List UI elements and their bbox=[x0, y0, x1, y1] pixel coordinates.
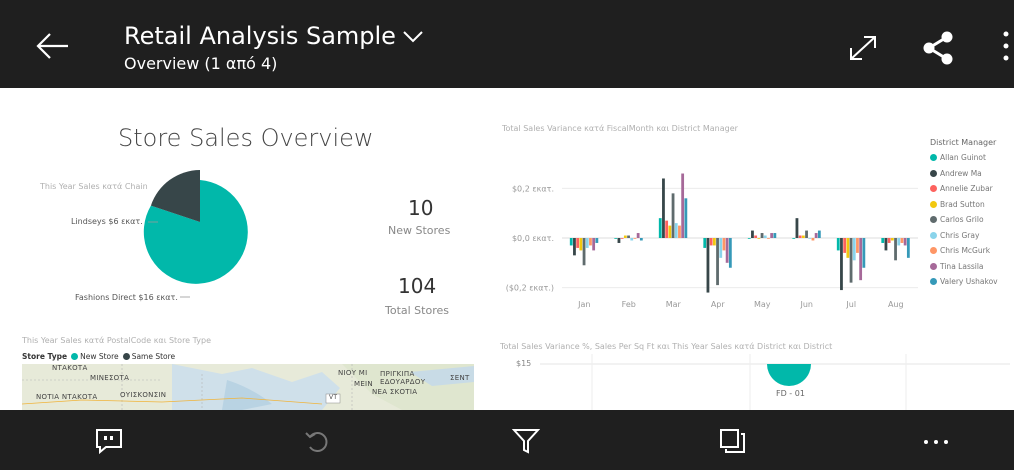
page-indicator: Overview (1 από 4) bbox=[124, 54, 278, 73]
map-label-new-york: ΝΙΟΥ ΜΙ bbox=[338, 369, 368, 377]
map-label-dakota: ΝΤΑΚΟΤΑ bbox=[52, 364, 88, 372]
map-label-pei: ΠΡΙΓΚΙΠΑ ΕΔΟΥΑΡΔΟΥ bbox=[380, 370, 426, 386]
map-label-maine: ΜΕΙΝ bbox=[354, 380, 373, 388]
store-map[interactable]: ΝΤΑΚΟΤΑ ΜΙΝΕΣΟΤΑ ΝΟΤΙΑ ΝΤΑΚΟΤΑ ΟΥΙΣΚΟΝΣΙ… bbox=[22, 364, 474, 410]
map-label-vt: VT bbox=[329, 394, 338, 401]
pages-icon[interactable] bbox=[719, 428, 747, 454]
same-store-dot bbox=[122, 353, 130, 360]
share-icon[interactable] bbox=[920, 30, 956, 66]
chevron-down-icon[interactable] bbox=[402, 30, 424, 44]
map-label-south-dakota: ΝΟΤΙΑ ΝΤΑΚΟΤΑ bbox=[36, 393, 98, 401]
report-title[interactable]: Retail Analysis Sample bbox=[124, 22, 396, 50]
scatter-y-tick: $15 bbox=[516, 359, 532, 368]
map-label-nova-scotia: ΝΕΑ ΣΚΟΤΙΑ bbox=[372, 388, 418, 396]
more-icon[interactable] bbox=[922, 428, 950, 454]
more-options-icon[interactable] bbox=[998, 26, 1014, 66]
filter-icon[interactable] bbox=[512, 428, 540, 454]
map-label-saint: ΣΕΝΤ bbox=[450, 374, 470, 382]
expand-icon[interactable] bbox=[846, 32, 880, 64]
comment-icon[interactable] bbox=[95, 428, 123, 454]
scatter-bubble bbox=[767, 364, 811, 386]
store-type-legend-title: Store Type bbox=[22, 352, 68, 361]
bottom-toolbar bbox=[0, 410, 1014, 470]
dashboard-canvas: Store Sales Overview This Year Sales κατ… bbox=[0, 88, 1014, 410]
back-arrow-icon[interactable] bbox=[30, 26, 74, 66]
undo-icon[interactable] bbox=[304, 428, 332, 454]
new-store-dot bbox=[71, 353, 79, 360]
legend-same-store: Same Store bbox=[131, 352, 176, 361]
map-label-wisconsin: ΟΥΙΣΚΟΝΣΙΝ bbox=[120, 391, 167, 399]
scatter-point-label: FD - 01 bbox=[776, 389, 805, 398]
legend-new-store: New Store bbox=[80, 352, 119, 361]
map-label-minnesota: ΜΙΝΕΣΟΤΑ bbox=[90, 374, 130, 382]
scatter-chart[interactable] bbox=[0, 88, 1014, 410]
store-type-legend: Store Type New Store Same Store bbox=[22, 352, 175, 361]
app-header: Retail Analysis Sample Overview (1 από 4… bbox=[0, 0, 1014, 88]
map-title: This Year Sales κατά PostalCode και Stor… bbox=[22, 336, 212, 345]
